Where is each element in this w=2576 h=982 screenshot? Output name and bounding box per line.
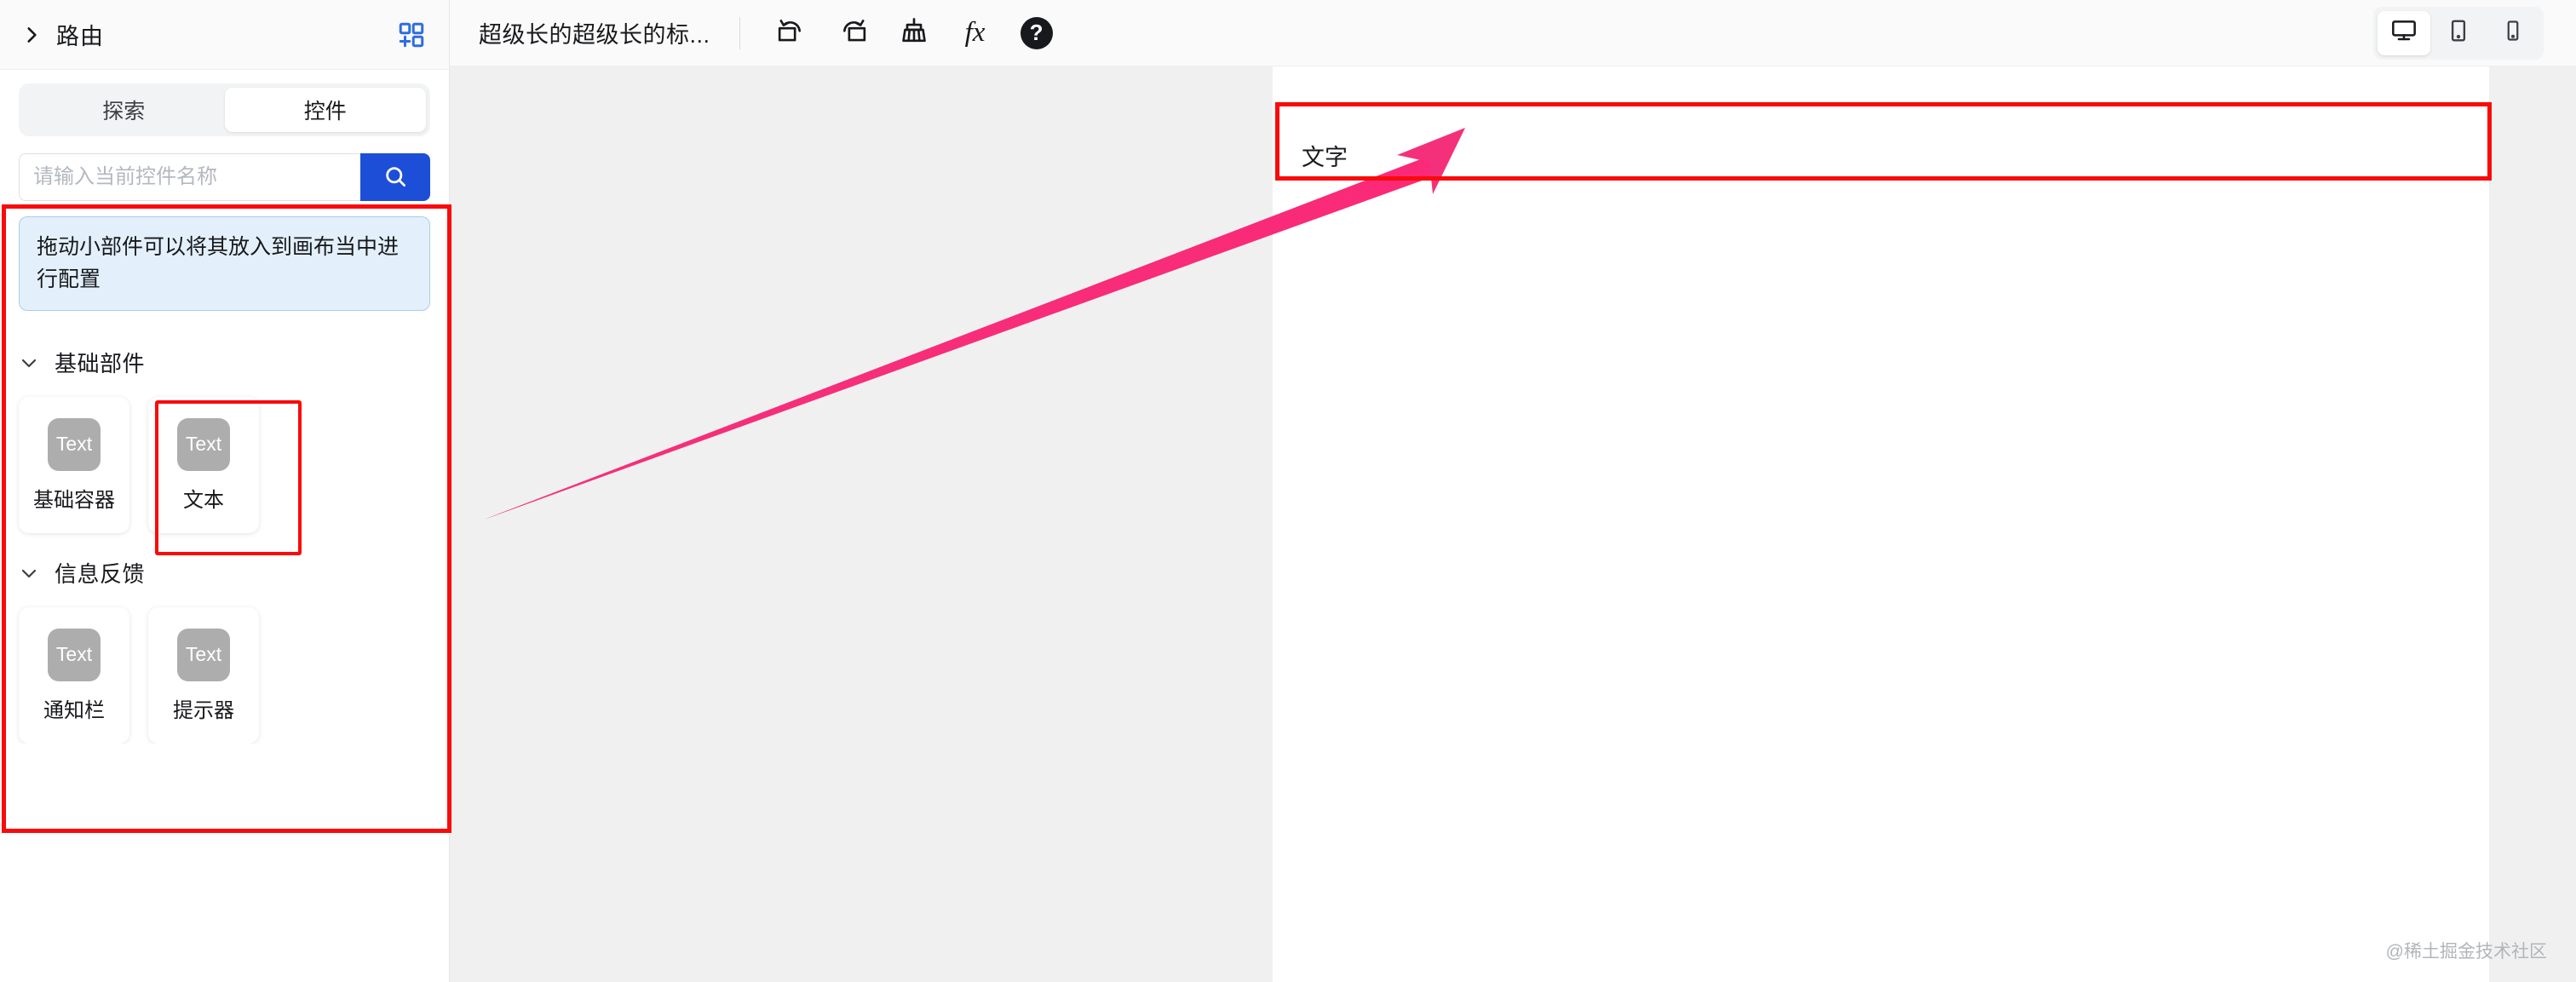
redo-icon [837, 15, 868, 50]
canvas-page[interactable]: 文字 [1273, 66, 2489, 982]
widget-card-basic-container[interactable]: Text 基础容器 [19, 397, 129, 533]
grid-add-icon[interactable] [396, 20, 427, 50]
device-mobile-button[interactable] [2487, 11, 2539, 55]
undo-button[interactable] [769, 11, 814, 55]
search-button[interactable] [360, 153, 430, 201]
text-thumb-icon: Text [177, 628, 230, 681]
section-title-feedback: 信息反馈 [55, 561, 146, 587]
mobile-icon [2501, 19, 2525, 47]
function-button[interactable]: fx [953, 11, 998, 55]
redo-button[interactable] [831, 11, 875, 55]
section-header-feedback[interactable]: 信息反馈 [19, 557, 430, 589]
sidebar-tabs: 探索 控件 [19, 83, 430, 136]
clear-canvas-button[interactable] [892, 11, 936, 55]
sidebar-tabs-wrap: 探索 控件 [0, 70, 449, 136]
broom-icon [899, 15, 929, 50]
chevron-right-icon[interactable] [20, 24, 43, 46]
toolbar-divider [739, 16, 740, 49]
section-title-basic: 基础部件 [55, 351, 146, 376]
widget-label: 通知栏 [43, 698, 105, 722]
widget-grid-basic: Text 基础容器 Text 文本 [19, 397, 430, 533]
canvas-area[interactable]: 文字 @稀土掘金技术社区 [450, 66, 2576, 982]
widget-label: 提示器 [173, 698, 234, 722]
search-input-wrap[interactable] [19, 153, 360, 201]
app-root: 路由 探索 控件 请输入当前控件名称 拖动小部件可以将其放入到画布当中进行配置 … [0, 0, 2576, 982]
section-header-basic[interactable]: 基础部件 [19, 347, 430, 378]
help-icon: ? [1020, 16, 1053, 49]
widget-card-tooltip[interactable]: Text 提示器 [148, 607, 259, 744]
text-thumb-icon: Text [48, 628, 101, 681]
sidebar-header: 路由 [0, 0, 449, 70]
toolbar-actions: fx ? [769, 11, 1059, 55]
device-desktop-button[interactable] [2378, 10, 2430, 55]
watermark: @稀土掘金技术社区 [2385, 942, 2547, 962]
widget-sections: 基础部件 Text 基础容器 Text 文本 信息反馈 Text 通知栏 Tex… [0, 311, 449, 744]
device-preview-switch [2373, 6, 2544, 60]
help-button[interactable]: ? [1015, 11, 1059, 55]
tablet-icon [2446, 18, 2471, 48]
widget-card-notification-bar[interactable]: Text 通知栏 [19, 607, 129, 744]
widget-card-text[interactable]: Text 文本 [148, 397, 259, 533]
canvas-text-widget[interactable]: 文字 [1273, 118, 2489, 192]
top-toolbar: 超级长的超级长的标... fx ? [450, 0, 2576, 66]
section-info-feedback: 信息反馈 Text 通知栏 Text 提示器 [19, 557, 430, 744]
device-tablet-button[interactable] [2432, 11, 2485, 55]
search-icon [382, 164, 408, 192]
sidebar-title: 路由 [56, 24, 104, 49]
chevron-down-icon [19, 563, 39, 583]
main-area: 超级长的超级长的标... fx ? 文字 @稀土掘金技术社区 [450, 0, 2576, 982]
tab-explore[interactable]: 探索 [23, 88, 225, 132]
desktop-icon [2390, 17, 2418, 49]
drag-hint-banner: 拖动小部件可以将其放入到画布当中进行配置 [19, 216, 430, 311]
tab-widgets[interactable]: 控件 [224, 88, 426, 132]
chevron-down-icon [19, 353, 39, 373]
undo-icon [776, 15, 807, 50]
widget-search-row [0, 136, 449, 201]
widget-label: 文本 [183, 488, 224, 512]
section-basic-widgets: 基础部件 Text 基础容器 Text 文本 [19, 347, 430, 533]
tip-wrap: 拖动小部件可以将其放入到画布当中进行配置 [0, 201, 449, 311]
widget-grid-feedback: Text 通知栏 Text 提示器 [19, 607, 430, 744]
page-title[interactable]: 超级长的超级长的标... [479, 16, 710, 49]
widget-label: 基础容器 [33, 488, 115, 512]
text-thumb-icon: Text [177, 417, 230, 471]
search-input[interactable] [33, 165, 347, 189]
text-thumb-icon: Text [48, 417, 101, 471]
left-sidebar: 路由 探索 控件 请输入当前控件名称 拖动小部件可以将其放入到画布当中进行配置 … [0, 0, 451, 982]
